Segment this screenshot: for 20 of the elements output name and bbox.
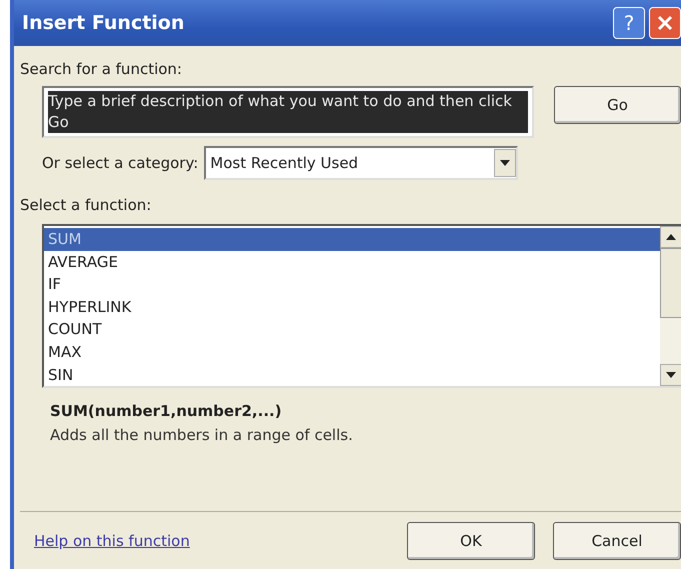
function-description: Adds all the numbers in a range of cells. (50, 426, 354, 444)
function-item[interactable]: MAX (44, 340, 660, 364)
function-item[interactable]: AVERAGE (44, 250, 660, 274)
search-label: Search for a function: (20, 60, 183, 78)
function-item[interactable]: COUNT (44, 318, 660, 341)
cancel-button[interactable]: Cancel (553, 522, 681, 560)
window-title: Insert Function (22, 12, 184, 34)
function-item[interactable]: HYPERLINK (44, 296, 660, 318)
function-item[interactable]: IF (44, 273, 660, 296)
help-button[interactable]: ? (613, 7, 645, 39)
function-item[interactable]: SIN (44, 364, 660, 386)
category-dropdown[interactable]: Most Recently Used (204, 146, 518, 180)
help-link[interactable]: Help on this function (34, 532, 190, 550)
function-list-label: Select a function: (20, 196, 152, 214)
ok-button[interactable]: OK (407, 522, 535, 560)
function-item[interactable]: SUM (44, 228, 660, 251)
go-button[interactable]: Go (554, 86, 681, 124)
function-signature: SUM(number1,number2,...) (50, 402, 283, 420)
category-label: Or select a category: (42, 154, 198, 172)
search-field[interactable]: Type a brief description of what you want to do and then click Go (42, 86, 534, 138)
